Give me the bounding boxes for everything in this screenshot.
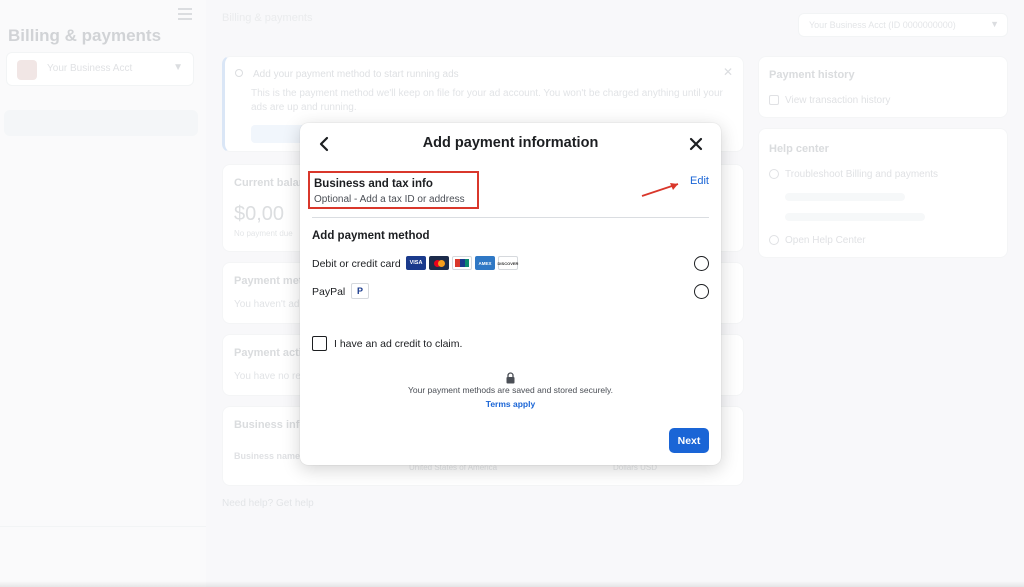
mastercard-icon — [429, 256, 449, 270]
edit-business-info-link[interactable]: Edit — [690, 175, 709, 187]
add-payment-modal: Add payment information Business and tax… — [300, 123, 721, 465]
option-card-label: Debit or credit card — [312, 258, 401, 270]
discover-icon: DISCOVER — [498, 256, 518, 270]
modal-divider — [312, 217, 709, 218]
business-tax-info-subtitle: Optional - Add a tax ID or address — [314, 194, 465, 205]
bottom-shadow — [0, 581, 1024, 587]
business-tax-info-title: Business and tax info — [314, 178, 433, 190]
lock-icon — [506, 372, 515, 384]
option-paypal-label: PayPal — [312, 286, 346, 298]
ad-credit-checkbox[interactable] — [312, 336, 327, 351]
amex-icon: AMEX — [475, 256, 495, 270]
radio-card[interactable] — [694, 256, 709, 271]
ad-credit-label: I have an ad credit to claim. — [334, 338, 463, 350]
radio-paypal[interactable] — [694, 284, 709, 299]
red-arrow-annotation-icon — [641, 183, 679, 197]
option-debit-credit-card[interactable]: Debit or credit card VISA AMEX DISCOVER — [312, 255, 709, 273]
ad-credit-checkbox-row[interactable]: I have an ad credit to claim. — [312, 336, 512, 352]
option-paypal[interactable]: PayPal P — [312, 283, 709, 301]
visa-icon: VISA — [406, 256, 426, 270]
add-payment-method-title: Add payment method — [312, 230, 430, 242]
next-button[interactable]: Next — [669, 428, 709, 453]
business-tax-info-highlight: Business and tax info Optional - Add a t… — [308, 171, 479, 209]
modal-title: Add payment information — [422, 135, 599, 151]
terms-apply-link[interactable]: Terms apply — [300, 399, 721, 409]
unionpay-icon — [452, 256, 472, 270]
secure-storage-note: Your payment methods are saved and store… — [407, 385, 614, 395]
close-icon[interactable] — [687, 135, 705, 153]
back-arrow-icon[interactable] — [316, 135, 334, 153]
paypal-icon: P — [351, 283, 369, 299]
card-brand-logos: VISA AMEX DISCOVER — [406, 256, 518, 270]
